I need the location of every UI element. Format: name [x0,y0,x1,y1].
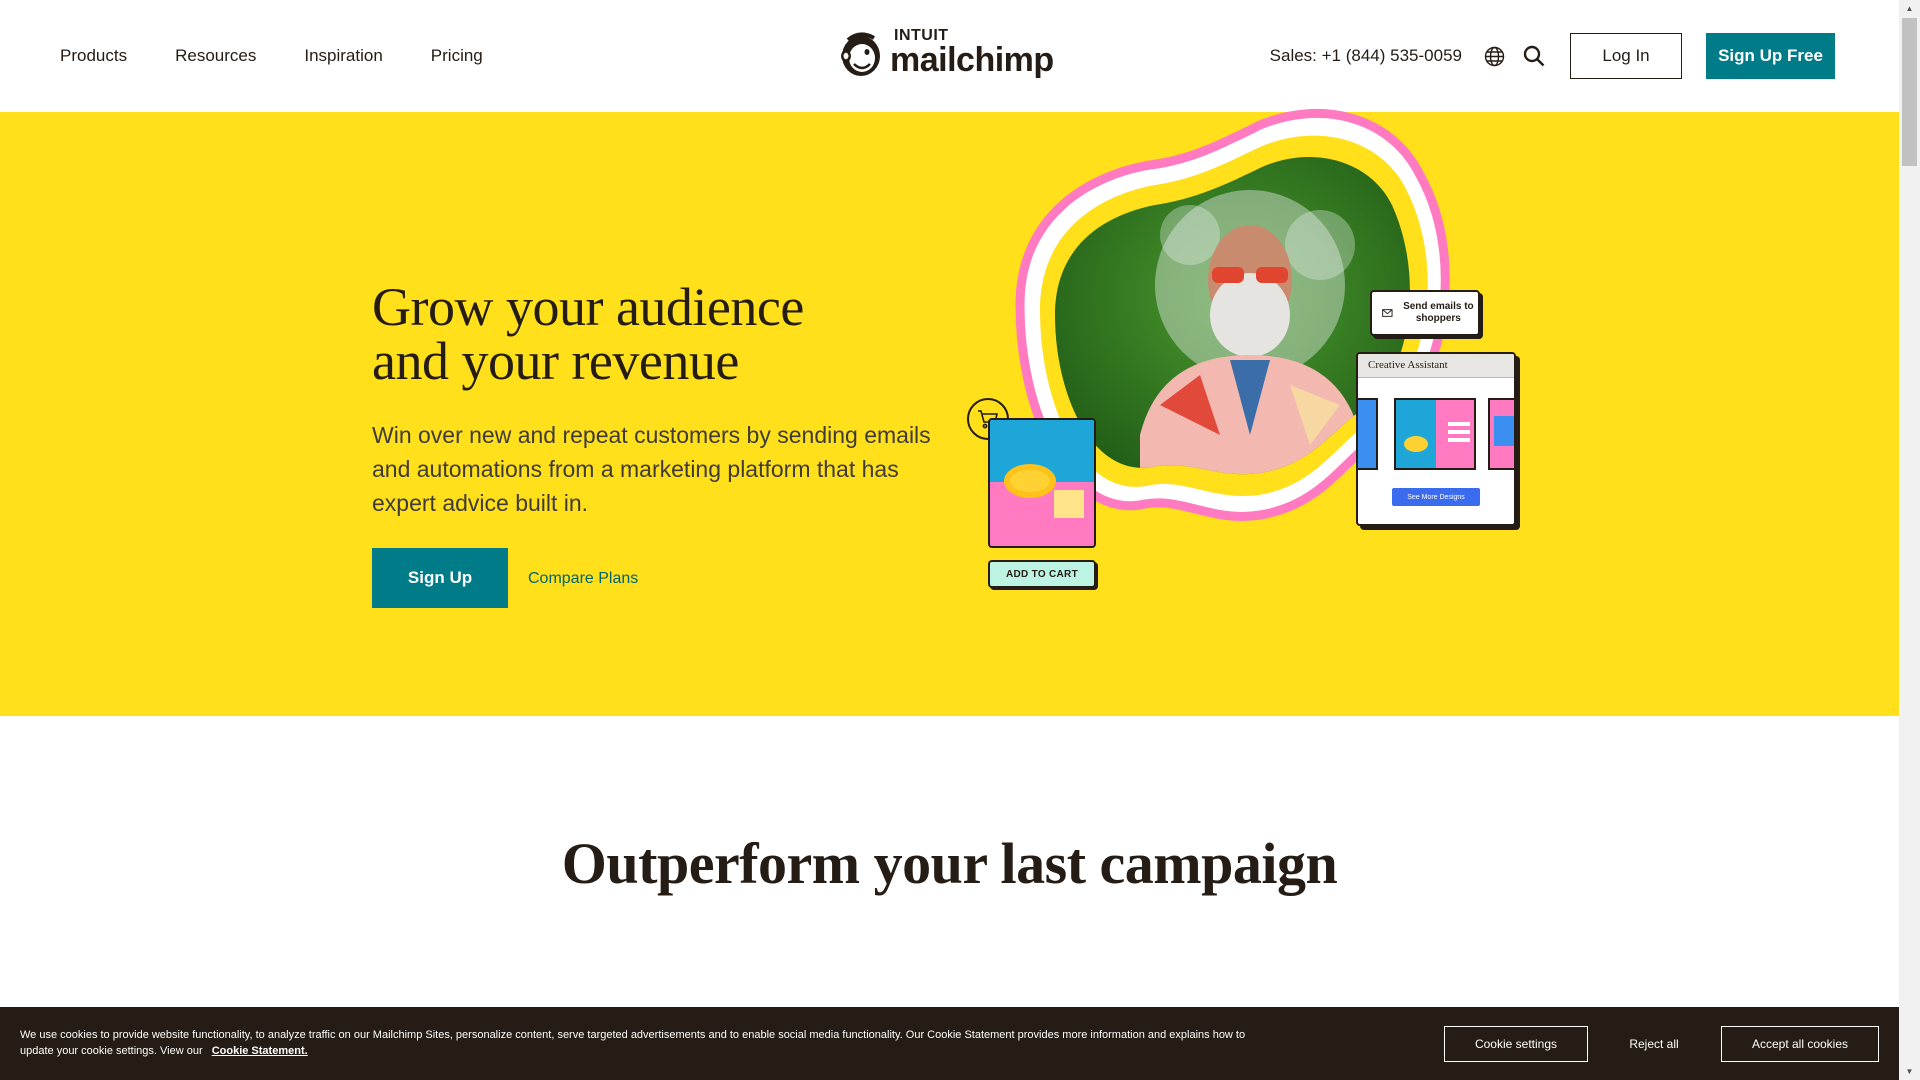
site-header: Products Resources Inspiration Pricing I… [0,0,1899,112]
nav-resources[interactable]: Resources [175,46,256,66]
nav-pricing[interactable]: Pricing [431,46,483,66]
send-emails-label: Send emails to shoppers [1403,301,1474,324]
hero-title-line2: and your revenue [372,331,739,391]
hero-title-line1: Grow your audience [372,277,804,337]
design-thumb-right [1488,398,1514,470]
cookie-text: We use cookies to provide website functi… [20,1027,1280,1059]
scroll-thumb[interactable] [1902,18,1917,166]
search-icon[interactable] [1522,44,1546,68]
scroll-down-arrow-icon[interactable]: ▼ [1899,1063,1920,1080]
send-emails-card: Send emails to shoppers [1370,290,1480,336]
page-scrollbar[interactable]: ▲ ▼ [1899,0,1920,1080]
reject-all-button[interactable]: Reject all [1604,1026,1704,1062]
hero-section: Grow your audience and your revenue Win … [0,112,1899,716]
logo-intuit: INTUIT [894,27,949,44]
hero-title: Grow your audience and your revenue [372,280,932,388]
duck-float-image [1004,464,1056,498]
scroll-up-arrow-icon[interactable]: ▲ [1899,0,1920,17]
creative-assistant-title: Creative Assistant [1358,354,1514,378]
mailchimp-logo[interactable]: INTUIT mailchimp [838,27,1054,78]
hero-signup-button[interactable]: Sign Up [372,548,508,608]
logo-wordmark: INTUIT mailchimp [890,27,1054,77]
signup-free-button[interactable]: Sign Up Free [1706,33,1835,79]
gift-box-image [1054,490,1084,518]
nav-inspiration[interactable]: Inspiration [304,46,382,66]
envelope-icon [1382,309,1393,317]
creative-assistant-card: Creative Assistant See More Designs [1356,352,1516,526]
sales-phone[interactable]: Sales: +1 (844) 535-0059 [1270,46,1462,66]
section-title: Outperform your last campaign [561,831,1338,896]
compare-plans-link[interactable]: Compare Plans [528,570,638,588]
freddie-logo-icon [841,32,880,76]
design-thumb-left [1358,398,1378,470]
accept-all-cookies-button[interactable]: Accept all cookies [1721,1026,1879,1062]
cookie-message: We use cookies to provide website functi… [20,1029,1246,1057]
globe-icon[interactable] [1482,44,1506,68]
cookie-settings-button[interactable]: Cookie settings [1444,1026,1588,1062]
login-button[interactable]: Log In [1570,33,1682,79]
product-card [988,418,1096,548]
cookie-banner: We use cookies to provide website functi… [0,1007,1899,1080]
header-actions: Sales: +1 (844) 535-0059 Log In Sign Up … [1270,0,1835,112]
add-to-cart-button: ADD TO CART [988,560,1096,588]
cookie-statement-link[interactable]: Cookie Statement. [212,1045,308,1057]
main-nav: Products Resources Inspiration Pricing [60,0,483,112]
hero-subtitle: Win over new and repeat customers by sen… [372,422,931,516]
design-thumb-center [1394,398,1476,470]
see-more-designs-button: See More Designs [1392,488,1480,506]
nav-products[interactable]: Products [60,46,127,66]
